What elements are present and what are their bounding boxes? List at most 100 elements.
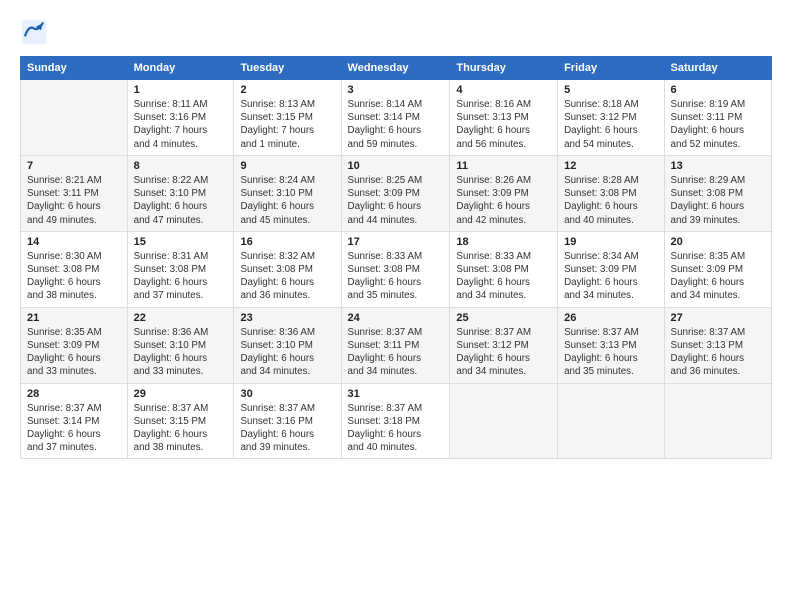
calendar-header: SundayMondayTuesdayWednesdayThursdayFrid… [21,57,772,80]
calendar-cell: 31Sunrise: 8:37 AMSunset: 3:18 PMDayligh… [341,383,450,459]
day-number: 4 [456,84,551,96]
day-number: 2 [240,84,334,96]
calendar-cell: 15 Sunrise: 8:31 AMSunset: 3:08 PMDayligh… [127,231,234,307]
calendar-cell: 8Sunrise: 8:22 AMSunset: 3:10 PMDaylight… [127,155,234,231]
day-info: Sunrise: 8:26 AMSunset: 3:09 PMDaylight:… [456,174,551,227]
calendar-cell: 16 Sunrise: 8:32 AMSunset: 3:08 PMDayligh… [234,231,341,307]
calendar-cell [21,80,128,156]
calendar-cell: 3 Sunrise: 8:14 AMSunset: 3:14 PMDaylight… [341,80,450,156]
day-number: 31 [348,388,444,400]
calendar-cell: 4 Sunrise: 8:16 AMSunset: 3:13 PMDaylight… [450,80,558,156]
calendar-cell: 9 Sunrise: 8:24 AMSunset: 3:10 PMDaylight… [234,155,341,231]
day-info: Sunrise: 8:31 AMSunset: 3:08 PMDaylight:… [134,250,228,303]
calendar-week-5: 28 Sunrise: 8:37 AMSunset: 3:14 PMDayligh… [21,383,772,459]
day-info: Sunrise: 8:19 AMSunset: 3:11 PMDaylight:… [671,98,765,151]
calendar-cell: 30Sunrise: 8:37 AMSunset: 3:16 PMDayligh… [234,383,341,459]
day-info: Sunrise: 8:33 AMSunset: 3:08 PMDaylight:… [348,250,444,303]
calendar-cell: 28 Sunrise: 8:37 AMSunset: 3:14 PMDayligh… [21,383,128,459]
day-info: Sunrise: 8:29 AMSunset: 3:08 PMDaylight:… [671,174,765,227]
weekday-header-thursday: Thursday [450,57,558,80]
day-number: 17 [348,236,444,248]
day-number: 16 [240,236,334,248]
calendar-cell: 13 Sunrise: 8:29 AMSunset: 3:08 PMDayligh… [664,155,771,231]
calendar-cell: 12 Sunrise: 8:28 AMSunset: 3:08 PMDayligh… [558,155,664,231]
calendar-cell: 25 Sunrise: 8:37 AMSunset: 3:12 PMDayligh… [450,307,558,383]
calendar-week-3: 14 Sunrise: 8:30 AMSunset: 3:08 PMDayligh… [21,231,772,307]
day-number: 12 [564,160,657,172]
day-info: Sunrise: 8:28 AMSunset: 3:08 PMDaylight:… [564,174,657,227]
day-number: 29 [134,388,228,400]
calendar-body: 1 Sunrise: 8:11 AMSunset: 3:16 PMDaylight… [21,80,772,459]
calendar-cell [664,383,771,459]
day-info: Sunrise: 8:32 AMSunset: 3:08 PMDaylight:… [240,250,334,303]
day-number: 26 [564,312,657,324]
day-info: Sunrise: 8:36 AMSunset: 3:10 PMDaylight:… [240,326,334,379]
day-info: Sunrise: 8:18 AMSunset: 3:12 PMDaylight:… [564,98,657,151]
day-info: Sunrise: 8:37 AMSunset: 3:12 PMDaylight:… [456,326,551,379]
calendar-cell [450,383,558,459]
day-number: 10 [348,160,444,172]
calendar-cell: 21 Sunrise: 8:35 AMSunset: 3:09 PMDayligh… [21,307,128,383]
calendar-cell: 17 Sunrise: 8:33 AMSunset: 3:08 PMDayligh… [341,231,450,307]
calendar-week-2: 7Sunrise: 8:21 AMSunset: 3:11 PMDaylight… [21,155,772,231]
day-info: Sunrise: 8:21 AMSunset: 3:11 PMDaylight:… [27,174,121,227]
day-info: Sunrise: 8:30 AMSunset: 3:08 PMDaylight:… [27,250,121,303]
calendar-week-4: 21 Sunrise: 8:35 AMSunset: 3:09 PMDayligh… [21,307,772,383]
day-number: 1 [134,84,228,96]
day-info: Sunrise: 8:11 AMSunset: 3:16 PMDaylight:… [134,98,228,151]
weekday-header-tuesday: Tuesday [234,57,341,80]
day-number: 28 [27,388,121,400]
calendar-week-1: 1 Sunrise: 8:11 AMSunset: 3:16 PMDaylight… [21,80,772,156]
page-header [20,18,772,46]
weekday-header-wednesday: Wednesday [341,57,450,80]
day-number: 19 [564,236,657,248]
weekday-header-monday: Monday [127,57,234,80]
day-info: Sunrise: 8:13 AMSunset: 3:15 PMDaylight:… [240,98,334,151]
day-number: 9 [240,160,334,172]
calendar-cell: 14 Sunrise: 8:30 AMSunset: 3:08 PMDayligh… [21,231,128,307]
day-info: Sunrise: 8:35 AMSunset: 3:09 PMDaylight:… [671,250,765,303]
calendar-cell: 6Sunrise: 8:19 AMSunset: 3:11 PMDaylight… [664,80,771,156]
weekday-header-friday: Friday [558,57,664,80]
day-info: Sunrise: 8:37 AMSunset: 3:11 PMDaylight:… [348,326,444,379]
day-number: 24 [348,312,444,324]
day-info: Sunrise: 8:22 AMSunset: 3:10 PMDaylight:… [134,174,228,227]
day-info: Sunrise: 8:36 AMSunset: 3:10 PMDaylight:… [134,326,228,379]
day-info: Sunrise: 8:25 AMSunset: 3:09 PMDaylight:… [348,174,444,227]
calendar-cell: 5 Sunrise: 8:18 AMSunset: 3:12 PMDaylight… [558,80,664,156]
calendar-table: SundayMondayTuesdayWednesdayThursdayFrid… [20,56,772,459]
calendar-cell [558,383,664,459]
day-number: 11 [456,160,551,172]
day-number: 14 [27,236,121,248]
calendar-cell: 11 Sunrise: 8:26 AMSunset: 3:09 PMDayligh… [450,155,558,231]
weekday-header-saturday: Saturday [664,57,771,80]
day-info: Sunrise: 8:34 AMSunset: 3:09 PMDaylight:… [564,250,657,303]
day-info: Sunrise: 8:14 AMSunset: 3:14 PMDaylight:… [348,98,444,151]
day-number: 3 [348,84,444,96]
day-info: Sunrise: 8:37 AMSunset: 3:16 PMDaylight:… [240,402,334,455]
day-number: 15 [134,236,228,248]
day-info: Sunrise: 8:24 AMSunset: 3:10 PMDaylight:… [240,174,334,227]
day-number: 25 [456,312,551,324]
day-info: Sunrise: 8:33 AMSunset: 3:08 PMDaylight:… [456,250,551,303]
calendar-cell: 27Sunrise: 8:37 AMSunset: 3:13 PMDayligh… [664,307,771,383]
day-info: Sunrise: 8:37 AMSunset: 3:14 PMDaylight:… [27,402,121,455]
day-info: Sunrise: 8:16 AMSunset: 3:13 PMDaylight:… [456,98,551,151]
day-info: Sunrise: 8:37 AMSunset: 3:15 PMDaylight:… [134,402,228,455]
day-number: 23 [240,312,334,324]
calendar-cell: 2 Sunrise: 8:13 AMSunset: 3:15 PMDaylight… [234,80,341,156]
day-number: 20 [671,236,765,248]
calendar-cell: 29 Sunrise: 8:37 AMSunset: 3:15 PMDayligh… [127,383,234,459]
day-number: 13 [671,160,765,172]
calendar-cell: 10 Sunrise: 8:25 AMSunset: 3:09 PMDayligh… [341,155,450,231]
calendar-cell: 7Sunrise: 8:21 AMSunset: 3:11 PMDaylight… [21,155,128,231]
logo [20,18,52,46]
day-number: 22 [134,312,228,324]
day-number: 21 [27,312,121,324]
day-info: Sunrise: 8:35 AMSunset: 3:09 PMDaylight:… [27,326,121,379]
day-number: 5 [564,84,657,96]
weekday-header-sunday: Sunday [21,57,128,80]
calendar-cell: 1 Sunrise: 8:11 AMSunset: 3:16 PMDaylight… [127,80,234,156]
calendar-cell: 18Sunrise: 8:33 AMSunset: 3:08 PMDayligh… [450,231,558,307]
calendar-cell: 20 Sunrise: 8:35 AMSunset: 3:09 PMDayligh… [664,231,771,307]
